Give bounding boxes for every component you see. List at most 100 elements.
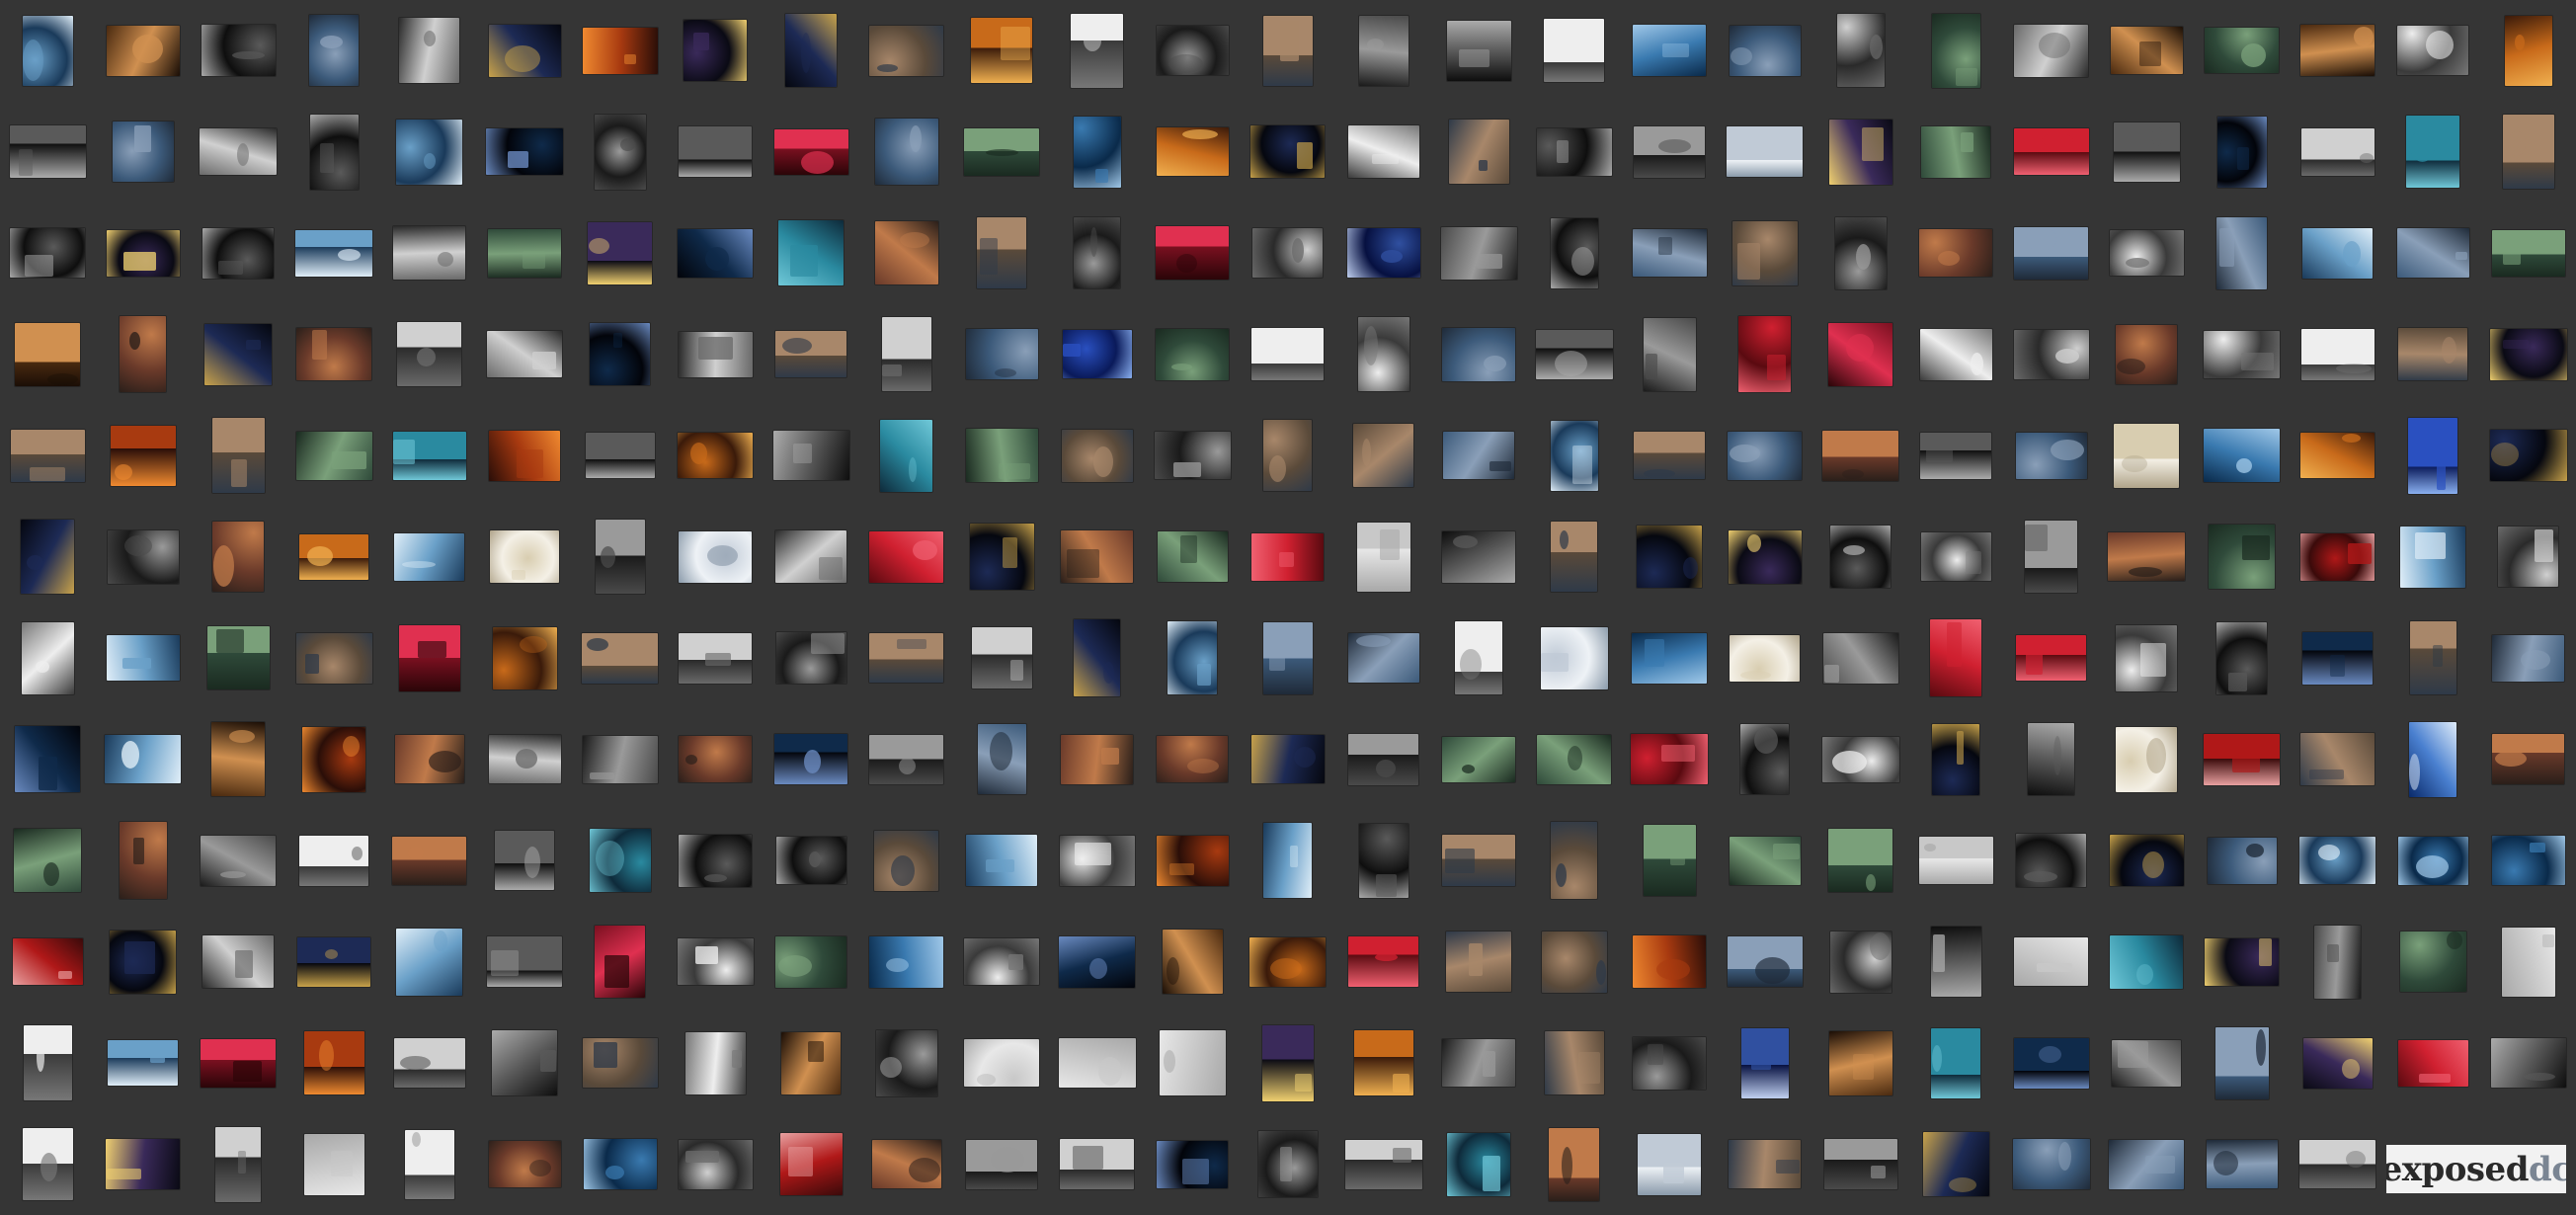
photo-thumbnail[interactable] xyxy=(2013,329,2089,379)
photo-thumbnail[interactable] xyxy=(309,114,359,190)
photo-thumbnail[interactable] xyxy=(1250,735,1325,784)
photo-thumbnail[interactable] xyxy=(590,323,651,386)
photo-thumbnail[interactable] xyxy=(778,220,845,286)
photo-thumbnail[interactable] xyxy=(2492,734,2565,785)
photo-thumbnail[interactable] xyxy=(1074,619,1121,697)
photo-thumbnail[interactable] xyxy=(2300,532,2375,581)
photo-thumbnail[interactable] xyxy=(2204,733,2281,785)
photo-thumbnail[interactable] xyxy=(781,1031,842,1094)
photo-thumbnail[interactable] xyxy=(679,530,753,583)
photo-thumbnail[interactable] xyxy=(393,1038,465,1089)
photo-thumbnail[interactable] xyxy=(2028,723,2075,796)
photo-thumbnail[interactable] xyxy=(487,331,563,378)
photo-thumbnail[interactable] xyxy=(1257,1131,1318,1198)
photo-thumbnail[interactable] xyxy=(1632,632,1708,684)
photo-thumbnail[interactable] xyxy=(2016,834,2087,888)
photo-thumbnail[interactable] xyxy=(2116,624,2178,691)
photo-thumbnail[interactable] xyxy=(303,1133,364,1195)
photo-thumbnail[interactable] xyxy=(874,119,938,186)
photo-thumbnail[interactable] xyxy=(1448,120,1509,185)
photo-thumbnail[interactable] xyxy=(1157,531,1228,583)
photo-thumbnail[interactable] xyxy=(309,15,360,87)
photo-thumbnail[interactable] xyxy=(1157,1140,1229,1188)
photo-thumbnail[interactable] xyxy=(9,125,86,179)
photo-thumbnail[interactable] xyxy=(1344,1139,1422,1189)
photo-thumbnail[interactable] xyxy=(1446,932,1512,993)
photo-thumbnail[interactable] xyxy=(303,1031,364,1095)
photo-thumbnail[interactable] xyxy=(775,837,846,885)
photo-thumbnail[interactable] xyxy=(585,433,655,479)
photo-thumbnail[interactable] xyxy=(1828,322,1893,386)
photo-thumbnail[interactable] xyxy=(1740,724,1790,795)
photo-thumbnail[interactable] xyxy=(1930,927,1981,998)
photo-thumbnail[interactable] xyxy=(1159,1030,1226,1096)
photo-thumbnail[interactable] xyxy=(2214,1026,2269,1099)
photo-thumbnail[interactable] xyxy=(966,1139,1038,1189)
photo-thumbnail[interactable] xyxy=(2116,324,2178,384)
photo-thumbnail[interactable] xyxy=(775,530,847,584)
photo-thumbnail[interactable] xyxy=(1830,526,1892,589)
photo-thumbnail[interactable] xyxy=(2013,1037,2089,1089)
photo-thumbnail[interactable] xyxy=(2013,128,2089,176)
photo-thumbnail[interactable] xyxy=(1822,430,1899,481)
photo-thumbnail[interactable] xyxy=(1535,329,1613,379)
photo-thumbnail[interactable] xyxy=(1643,825,1696,897)
photo-thumbnail[interactable] xyxy=(1347,125,1419,179)
photo-thumbnail[interactable] xyxy=(302,726,366,792)
photo-thumbnail[interactable] xyxy=(2397,836,2468,885)
photo-thumbnail[interactable] xyxy=(1442,1039,1516,1088)
photo-thumbnail[interactable] xyxy=(1356,522,1410,592)
photo-thumbnail[interactable] xyxy=(582,27,658,74)
photo-thumbnail[interactable] xyxy=(969,524,1034,591)
photo-thumbnail[interactable] xyxy=(392,431,466,480)
photo-thumbnail[interactable] xyxy=(595,926,646,999)
photo-thumbnail[interactable] xyxy=(201,25,276,77)
photo-thumbnail[interactable] xyxy=(2300,733,2375,786)
photo-thumbnail[interactable] xyxy=(684,1031,746,1094)
photo-thumbnail[interactable] xyxy=(874,830,939,891)
photo-thumbnail[interactable] xyxy=(2109,230,2184,277)
photo-thumbnail[interactable] xyxy=(1347,633,1419,684)
photo-thumbnail[interactable] xyxy=(1931,1027,1981,1098)
photo-thumbnail[interactable] xyxy=(964,938,1040,986)
photo-thumbnail[interactable] xyxy=(299,533,369,580)
photo-thumbnail[interactable] xyxy=(2207,837,2277,884)
photo-thumbnail[interactable] xyxy=(583,1139,657,1190)
photo-thumbnail[interactable] xyxy=(1919,229,1993,278)
photo-thumbnail[interactable] xyxy=(1727,126,1804,178)
photo-thumbnail[interactable] xyxy=(678,433,754,479)
photo-thumbnail[interactable] xyxy=(1828,1030,1892,1095)
photo-thumbnail[interactable] xyxy=(881,317,931,392)
photo-thumbnail[interactable] xyxy=(595,520,645,595)
photo-thumbnail[interactable] xyxy=(1358,823,1409,898)
photo-thumbnail[interactable] xyxy=(2498,526,2559,588)
photo-thumbnail[interactable] xyxy=(488,228,562,278)
photo-thumbnail[interactable] xyxy=(1156,26,1229,76)
photo-thumbnail[interactable] xyxy=(965,429,1038,483)
photo-thumbnail[interactable] xyxy=(678,228,754,278)
photo-thumbnail[interactable] xyxy=(1829,931,1892,993)
photo-thumbnail[interactable] xyxy=(869,935,944,988)
photo-thumbnail[interactable] xyxy=(869,530,944,583)
photo-thumbnail[interactable] xyxy=(119,822,167,900)
photo-thumbnail[interactable] xyxy=(2490,1038,2566,1089)
photo-thumbnail[interactable] xyxy=(1920,432,1992,479)
photo-thumbnail[interactable] xyxy=(1932,723,1980,795)
photo-thumbnail[interactable] xyxy=(582,735,658,783)
photo-thumbnail[interactable] xyxy=(1157,736,1229,783)
photo-thumbnail[interactable] xyxy=(2216,216,2268,289)
photo-thumbnail[interactable] xyxy=(1058,1038,1136,1089)
photo-thumbnail[interactable] xyxy=(2110,27,2183,75)
photo-thumbnail[interactable] xyxy=(1544,1031,1604,1095)
photo-thumbnail[interactable] xyxy=(397,322,462,387)
photo-thumbnail[interactable] xyxy=(2012,1139,2090,1190)
photo-thumbnail[interactable] xyxy=(679,736,753,783)
photo-thumbnail[interactable] xyxy=(12,938,83,986)
photo-thumbnail[interactable] xyxy=(869,25,944,76)
photo-thumbnail[interactable] xyxy=(2015,432,2087,479)
photo-thumbnail[interactable] xyxy=(488,735,561,784)
photo-thumbnail[interactable] xyxy=(201,835,277,886)
photo-thumbnail[interactable] xyxy=(2502,115,2554,190)
photo-thumbnail[interactable] xyxy=(295,431,372,480)
photo-thumbnail[interactable] xyxy=(1059,935,1136,988)
